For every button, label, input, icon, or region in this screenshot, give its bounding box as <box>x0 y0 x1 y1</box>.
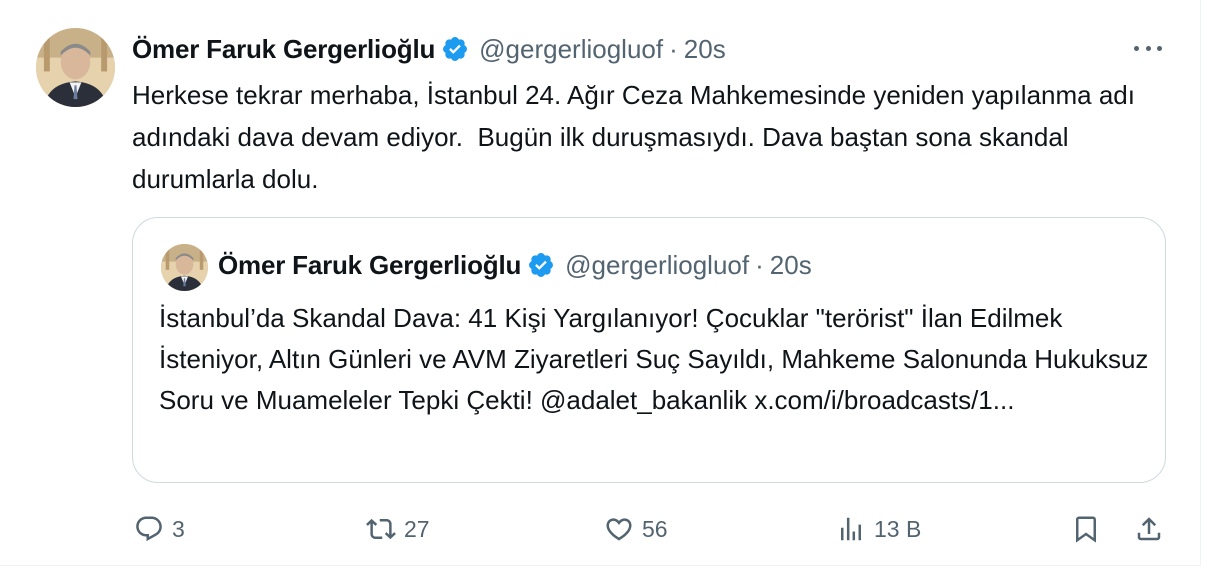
quote-separator: · <box>755 249 764 280</box>
verified-badge-icon <box>441 35 469 63</box>
bookmark-icon <box>1071 514 1101 544</box>
tweet-card[interactable]: Ömer Faruk Gergerlioğlu @gergerliogluof … <box>0 0 1201 566</box>
separator: · <box>669 33 678 64</box>
quote-timestamp: 20s <box>769 249 812 280</box>
bookmark-button[interactable] <box>1071 505 1101 553</box>
quote-header: Ömer Faruk Gergerlioğlu @gergerliogluof … <box>218 244 812 286</box>
share-icon <box>1134 514 1164 544</box>
heart-icon <box>604 514 634 544</box>
reply-button[interactable]: 3 <box>134 505 185 553</box>
repost-count: 27 <box>404 515 430 542</box>
reply-icon <box>134 514 164 544</box>
tweet-header: Ömer Faruk Gergerlioğlu @gergerliogluof … <box>132 28 726 70</box>
verified-badge-icon <box>527 251 555 279</box>
quote-text: İstanbul’da Skandal Dava: 41 Kişi Yargıl… <box>159 303 1149 415</box>
reply-count: 3 <box>172 515 185 542</box>
repost-icon <box>366 514 396 544</box>
views-icon <box>836 514 866 544</box>
like-button[interactable]: 56 <box>604 505 668 553</box>
quote-author-avatar <box>161 244 208 291</box>
quote-author-handle: @gergerliogluof <box>565 249 750 280</box>
quoted-tweet[interactable]: Ömer Faruk Gergerlioğlu @gergerliogluof … <box>132 217 1166 483</box>
author-avatar[interactable] <box>36 28 115 107</box>
views-button[interactable]: 13 B <box>836 505 921 553</box>
action-bar: 3 27 56 13 B <box>0 505 1201 553</box>
author-name[interactable]: Ömer Faruk Gergerlioğlu <box>132 34 435 65</box>
timestamp[interactable]: 20s <box>684 34 726 65</box>
views-count: 13 B <box>874 515 922 542</box>
more-icon[interactable] <box>1130 36 1166 60</box>
repost-button[interactable]: 27 <box>366 505 430 553</box>
quote-author-name: Ömer Faruk Gergerlioğlu <box>218 249 522 280</box>
share-button[interactable] <box>1134 505 1164 553</box>
like-count: 56 <box>642 515 668 542</box>
author-handle[interactable]: @gergerliogluof <box>479 34 663 65</box>
tweet-text: Herkese tekrar merhaba, İstanbul 24. Ağı… <box>132 80 1143 194</box>
